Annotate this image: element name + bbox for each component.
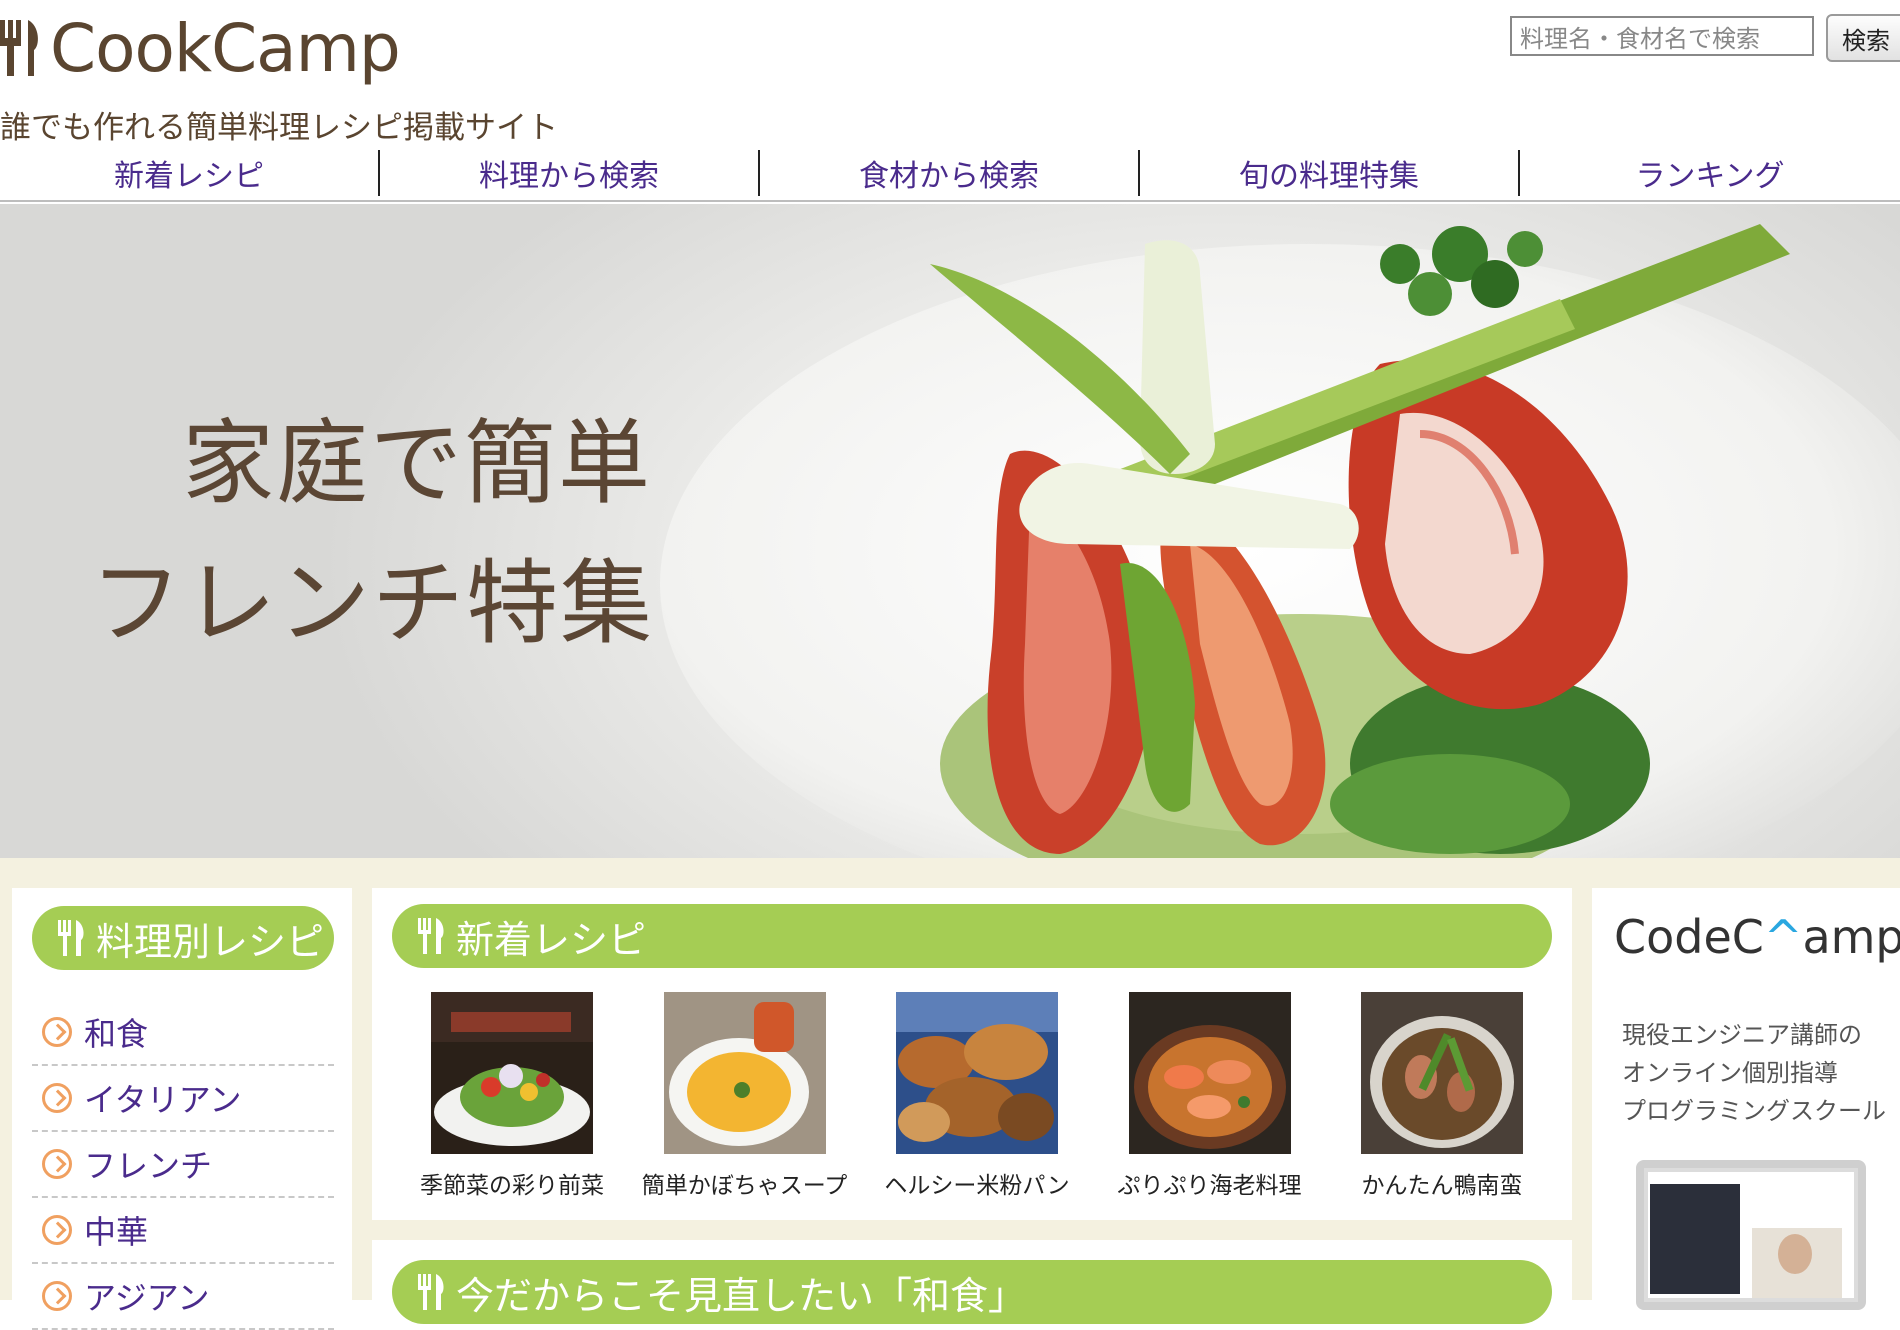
instructor-face bbox=[1778, 1234, 1812, 1274]
ad-line: プログラミングスクール bbox=[1622, 1097, 1886, 1125]
codecamp-ad[interactable]: CodeC^amp 現役エンジニア講師の オンライン個別指導 プログラミングスク… bbox=[1592, 888, 1900, 1310]
shrimp-dish-photo bbox=[1128, 992, 1291, 1154]
category-item-asian[interactable]: アジアン bbox=[32, 1264, 334, 1330]
chevron-right-icon bbox=[42, 1083, 72, 1113]
laptop-image bbox=[1636, 1160, 1866, 1310]
category-item-french[interactable]: フレンチ bbox=[32, 1132, 334, 1198]
category-item-label: 中華 bbox=[84, 1213, 149, 1251]
new-recipes-heading-label: 新着レシピ bbox=[456, 917, 647, 962]
nav-item-ranking[interactable]: ランキング bbox=[1520, 150, 1900, 196]
hero-banner[interactable]: 家庭で簡単 フレンチ特集 bbox=[0, 204, 1900, 858]
nav-item-search-by-ingredient[interactable]: 食材から検索 bbox=[760, 150, 1140, 196]
ad-line: オンライン個別指導 bbox=[1622, 1059, 1838, 1087]
pumpkin-soup-photo bbox=[663, 992, 826, 1154]
recipe-name[interactable]: 簡単かぼちゃスープ bbox=[642, 1166, 848, 1200]
ad-logo-hat: ^ bbox=[1763, 910, 1803, 964]
fork-knife-icon bbox=[58, 920, 84, 956]
category-heading-label: 料理別レシピ bbox=[96, 919, 325, 964]
ad-copy: 現役エンジニア講師の オンライン個別指導 プログラミングスクール bbox=[1622, 1016, 1886, 1130]
category-item-label: フレンチ bbox=[84, 1147, 213, 1185]
rice-bread-photo bbox=[896, 992, 1058, 1154]
global-nav: 新着レシピ 料理から検索 食材から検索 旬の料理特集 ランキング bbox=[0, 150, 1900, 202]
appetizer-photo bbox=[431, 992, 593, 1154]
nav-item-new-recipes[interactable]: 新着レシピ bbox=[0, 150, 380, 196]
recipe-name[interactable]: かんたん鴨南蛮 bbox=[1362, 1166, 1523, 1200]
chevron-right-icon bbox=[42, 1149, 72, 1179]
recipe-name[interactable]: ぷりぷり海老料理 bbox=[1118, 1166, 1302, 1200]
nav-item-search-by-dish[interactable]: 料理から検索 bbox=[380, 150, 760, 196]
category-item-washoku[interactable]: 和食 bbox=[32, 1000, 334, 1066]
recipe-card[interactable]: かんたん鴨南蛮 bbox=[1342, 992, 1542, 1200]
site-header: CookCamp 誰でも作れる簡単料理レシピ掲載サイト 料理名・食材名で検索 検… bbox=[0, 0, 1900, 202]
recipe-name[interactable]: 季節菜の彩り前菜 bbox=[420, 1166, 604, 1200]
site-tagline: 誰でも作れる簡単料理レシピ掲載サイト bbox=[0, 110, 558, 146]
search-placeholder: 料理名・食材名で検索 bbox=[1520, 24, 1760, 53]
feature-section: 今だからこそ見直したい「和食」 bbox=[372, 1240, 1572, 1324]
recipe-name[interactable]: ヘルシー米粉パン bbox=[884, 1166, 1069, 1200]
hero-headline-line1: 家庭で簡単 bbox=[182, 410, 653, 517]
category-item-label: 和食 bbox=[84, 1015, 149, 1053]
new-recipes-heading: 新着レシピ bbox=[392, 904, 1552, 968]
codecamp-logo: CodeC^amp bbox=[1614, 910, 1900, 964]
feature-heading-label: 今だからこそ見直したい「和食」 bbox=[456, 1273, 1027, 1318]
search-button[interactable]: 検索 bbox=[1826, 14, 1900, 62]
recipe-card[interactable]: ぷりぷり海老料理 bbox=[1110, 992, 1310, 1200]
recipe-card[interactable]: 季節菜の彩り前菜 bbox=[412, 992, 612, 1200]
code-panel bbox=[1650, 1184, 1740, 1294]
recipe-card[interactable]: ヘルシー米粉パン bbox=[877, 992, 1077, 1200]
fork-knife-icon bbox=[0, 18, 42, 78]
hero-headline-line2: フレンチ特集 bbox=[90, 550, 655, 657]
search-input[interactable]: 料理名・食材名で検索 bbox=[1510, 16, 1814, 56]
logo-text: CookCamp bbox=[50, 9, 401, 87]
fork-knife-icon bbox=[418, 1274, 444, 1310]
new-recipes-section: 新着レシピ 季節菜の彩り前菜 簡単かぼちゃスープ ヘルシー米粉パン ぷりぷり海老… bbox=[372, 888, 1572, 1220]
feature-heading: 今だからこそ見直したい「和食」 bbox=[392, 1260, 1552, 1324]
category-item-label: イタリアン bbox=[84, 1081, 242, 1119]
chevron-right-icon bbox=[42, 1017, 72, 1047]
category-list: 和食 イタリアン フレンチ 中華 アジアン bbox=[32, 1000, 334, 1330]
fork-knife-icon bbox=[418, 918, 444, 954]
duck-soba-photo bbox=[1361, 992, 1523, 1154]
category-item-italian[interactable]: イタリアン bbox=[32, 1066, 334, 1132]
nav-item-seasonal-feature[interactable]: 旬の料理特集 bbox=[1140, 150, 1520, 196]
ad-logo-suffix: amp bbox=[1802, 910, 1900, 964]
category-item-chinese[interactable]: 中華 bbox=[32, 1198, 334, 1264]
recipe-card[interactable]: 簡単かぼちゃスープ bbox=[642, 992, 848, 1200]
recipe-list: 季節菜の彩り前菜 簡単かぼちゃスープ ヘルシー米粉パン ぷりぷり海老料理 かんた… bbox=[412, 992, 1542, 1200]
chevron-right-icon bbox=[42, 1215, 72, 1245]
chevron-right-icon bbox=[42, 1281, 72, 1311]
category-item-label: アジアン bbox=[84, 1279, 210, 1317]
hero-headline: 家庭で簡単 フレンチ特集 bbox=[90, 394, 654, 674]
category-sidebar: 料理別レシピ 和食 イタリアン フレンチ 中華 アジアン bbox=[12, 888, 352, 1330]
ad-line: 現役エンジニア講師の bbox=[1622, 1021, 1862, 1049]
site-logo[interactable]: CookCamp bbox=[0, 8, 401, 88]
ad-logo-prefix: CodeC bbox=[1614, 910, 1764, 964]
category-heading: 料理別レシピ bbox=[32, 906, 334, 970]
